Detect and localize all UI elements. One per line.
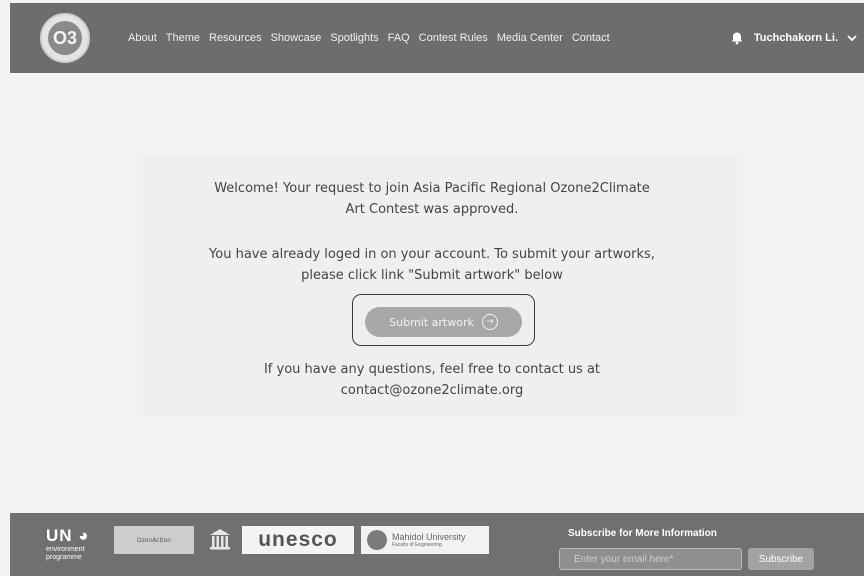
mahidol-logo[interactable]: Mahidol University Faculty of Engineerin… [361, 526, 489, 554]
footer: UN ◕ environment programme OzonAction un… [10, 513, 864, 576]
questions-line-1: If you have any questions, feel free to … [263, 362, 601, 377]
chevron-down-icon[interactable] [846, 32, 858, 44]
welcome-line-1: Welcome! Your request to join Asia Pacif… [214, 181, 650, 196]
unesco-temple-icon [210, 529, 230, 550]
login-line-1: You have already loged in on your accoun… [209, 247, 655, 262]
nav-showcase[interactable]: Showcase [271, 32, 322, 44]
welcome-message: Welcome! Your request to join Asia Pacif… [0, 178, 864, 220]
globe-icon: ◕ [78, 526, 90, 545]
nav-resources[interactable]: Resources [209, 32, 262, 44]
nav-spotlights[interactable]: Spotlights [330, 32, 378, 44]
subscribe-email-input[interactable] [559, 548, 742, 570]
unep-logo[interactable]: UN ◕ environment programme [46, 526, 90, 562]
unep-line-2: programme [46, 554, 82, 561]
mahidol-name: Mahidol University [392, 532, 466, 542]
nav-theme[interactable]: Theme [166, 32, 200, 44]
subscribe-button[interactable]: Subscribe [748, 548, 814, 570]
submit-artwork-button[interactable]: Submit artwork → [365, 307, 522, 337]
login-line-2: please click link "Submit artwork" below [301, 268, 563, 283]
mahidol-seal-icon [367, 530, 387, 550]
site-logo[interactable]: O3 [40, 13, 90, 63]
main-nav: About Theme Resources Showcase Spotlight… [128, 3, 619, 73]
top-navbar: O3 About Theme Resources Showcase Spotli… [10, 3, 864, 73]
unep-line-1: environment [46, 546, 85, 553]
contact-message: If you have any questions, feel free to … [0, 359, 864, 401]
nav-about[interactable]: About [128, 32, 157, 44]
welcome-line-2: Art Contest was approved. [345, 202, 519, 217]
unesco-logo[interactable]: unesco [242, 526, 354, 554]
contact-email[interactable]: contact@ozone2climate.org [0, 380, 864, 401]
user-name[interactable]: Tuchchakorn Li. [754, 32, 838, 44]
arrow-right-icon: → [481, 314, 498, 330]
ozone-logo-icon: O3 [48, 21, 82, 55]
mahidol-faculty: Faculty of Engineering [392, 542, 442, 548]
nav-contact[interactable]: Contact [572, 32, 610, 44]
nav-contest-rules[interactable]: Contest Rules [419, 32, 488, 44]
ozonaction-logo[interactable]: OzonAction [114, 526, 194, 554]
unep-logo-text: UN [46, 526, 73, 545]
subscribe-title: Subscribe for More Information [568, 528, 717, 539]
login-message: You have already loged in on your accoun… [0, 244, 864, 286]
submit-artwork-label: Submit artwork [389, 315, 474, 329]
bell-icon[interactable] [730, 31, 744, 45]
nav-media-center[interactable]: Media Center [497, 32, 563, 44]
user-menu[interactable]: Tuchchakorn Li. [730, 3, 858, 73]
nav-faq[interactable]: FAQ [388, 32, 410, 44]
